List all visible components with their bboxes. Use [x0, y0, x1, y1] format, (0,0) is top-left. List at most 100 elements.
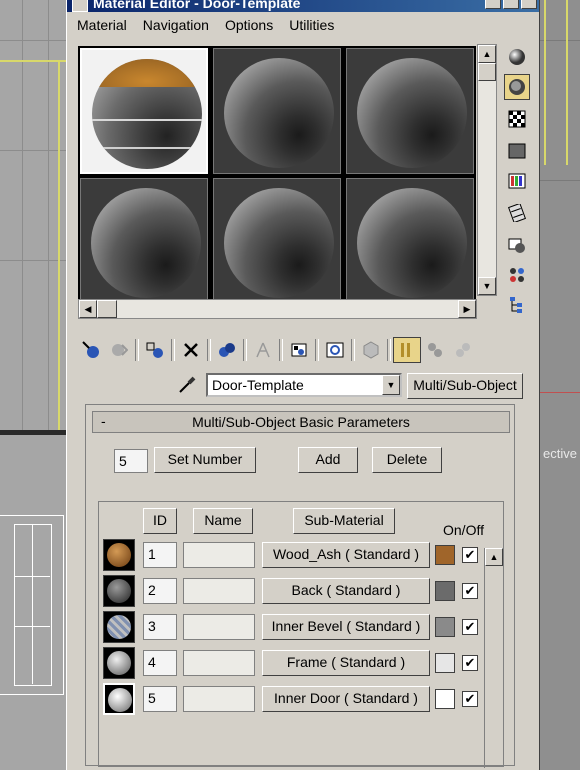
sub-material-id[interactable]: 1 — [143, 542, 177, 568]
menu-navigation[interactable]: Navigation — [143, 14, 209, 38]
scroll-left-button[interactable]: ◀ — [79, 300, 97, 318]
delete-button[interactable]: Delete — [372, 447, 442, 473]
background-icon[interactable] — [504, 106, 530, 132]
material-name-combo[interactable]: Door-Template ▼ — [206, 373, 402, 397]
sub-material-preview — [103, 611, 135, 643]
viewport-right-strip — [540, 0, 580, 770]
sub-material-id[interactable]: 4 — [143, 650, 177, 676]
sub-material-count-field[interactable]: 5 — [114, 449, 148, 473]
scroll-thumb[interactable] — [97, 300, 117, 318]
sample-type-icon[interactable] — [504, 44, 530, 70]
sample-slot-6[interactable] — [346, 178, 474, 304]
sub-material-id[interactable]: 5 — [143, 686, 177, 712]
sub-material-button[interactable]: Frame ( Standard ) — [262, 650, 430, 676]
sub-material-column-header[interactable]: Sub-Material — [293, 508, 395, 534]
menu-material[interactable]: Material — [77, 14, 127, 38]
set-number-button[interactable]: Set Number — [154, 447, 256, 473]
assign-to-selection-icon[interactable] — [141, 337, 169, 363]
name-column-header[interactable]: Name — [193, 508, 253, 534]
scroll-up-button[interactable]: ▲ — [478, 45, 496, 63]
material-toolbar — [77, 335, 477, 365]
backlight-icon[interactable] — [504, 74, 530, 100]
material-editor-window: Material Editor - Door-Template Material… — [66, 0, 540, 770]
make-unique-icon[interactable] — [249, 337, 277, 363]
scroll-up-button[interactable]: ▲ — [485, 548, 503, 566]
show-map-in-viewport-icon[interactable] — [357, 337, 385, 363]
get-material-icon[interactable] — [77, 337, 105, 363]
viewport-label: ective — [543, 446, 577, 461]
sample-slot-2[interactable] — [213, 48, 341, 174]
sub-material-on-checkbox[interactable]: ✔ — [462, 655, 478, 671]
rollout-header[interactable]: - Multi/Sub-Object Basic Parameters — [92, 411, 510, 433]
sub-material-name-field[interactable] — [183, 686, 255, 712]
sample-slot-4[interactable] — [80, 178, 208, 304]
reset-map-icon[interactable] — [177, 337, 205, 363]
add-button[interactable]: Add — [298, 447, 358, 473]
options-icon[interactable] — [504, 232, 530, 258]
material-effects-channel-icon[interactable] — [321, 337, 349, 363]
multi-sub-object-rollout: - Multi/Sub-Object Basic Parameters 5 Se… — [85, 404, 515, 768]
sub-material-id[interactable]: 3 — [143, 614, 177, 640]
sample-slot-5[interactable] — [213, 178, 341, 304]
title-bar[interactable]: Material Editor - Door-Template — [67, 0, 539, 12]
sample-slots — [78, 46, 476, 306]
sub-material-button[interactable]: Back ( Standard ) — [262, 578, 430, 604]
sample-sphere — [224, 58, 334, 168]
menu-options[interactable]: Options — [225, 14, 273, 38]
sub-material-button[interactable]: Wood_Ash ( Standard ) — [262, 542, 430, 568]
sub-material-color-swatch[interactable] — [435, 617, 455, 637]
sub-material-id[interactable]: 2 — [143, 578, 177, 604]
chevron-down-icon[interactable]: ▼ — [382, 375, 400, 395]
sub-material-preview — [103, 539, 135, 571]
rollout-title: Multi/Sub-Object Basic Parameters — [192, 414, 410, 430]
menu-utilities[interactable]: Utilities — [289, 14, 334, 38]
scroll-right-button[interactable]: ▶ — [458, 300, 476, 318]
maximize-button[interactable] — [503, 0, 519, 9]
sub-material-name-field[interactable] — [183, 650, 255, 676]
go-to-parent-icon[interactable] — [421, 337, 449, 363]
sub-material-name-field[interactable] — [183, 542, 255, 568]
close-button[interactable] — [521, 0, 537, 9]
sub-material-name-field[interactable] — [183, 578, 255, 604]
sub-material-color-swatch[interactable] — [435, 653, 455, 673]
put-to-scene-icon[interactable] — [105, 337, 133, 363]
sub-material-preview — [103, 575, 135, 607]
material-name-value: Door-Template — [212, 377, 304, 393]
slots-vertical-scrollbar[interactable]: ▲ ▼ — [477, 44, 497, 296]
slots-horizontal-scrollbar[interactable]: ◀ ▶ — [78, 299, 477, 319]
uv-tiling-icon[interactable] — [504, 138, 530, 164]
sample-slot-3[interactable] — [346, 48, 474, 174]
select-by-material-icon[interactable] — [504, 262, 530, 288]
window-title: Material Editor - Door-Template — [93, 0, 301, 11]
sub-material-preview — [103, 683, 135, 715]
sub-material-button[interactable]: Inner Door ( Standard ) — [262, 686, 430, 712]
sample-sphere — [357, 58, 467, 168]
pick-material-eyedropper-icon[interactable] — [177, 373, 201, 397]
sub-material-list: ID Name Sub-Material On/Off 1 Wood_Ash (… — [98, 501, 504, 768]
put-to-library-icon[interactable] — [285, 337, 313, 363]
sample-slot-1[interactable] — [80, 48, 208, 174]
sub-material-on-checkbox[interactable]: ✔ — [462, 547, 478, 563]
sub-material-color-swatch[interactable] — [435, 581, 455, 601]
make-preview-icon[interactable] — [504, 200, 530, 226]
sub-material-name-field[interactable] — [183, 614, 255, 640]
material-map-navigator-icon[interactable] — [504, 292, 530, 318]
material-type-button[interactable]: Multi/Sub-Object — [407, 373, 523, 399]
sub-material-on-checkbox[interactable]: ✔ — [462, 619, 478, 635]
sub-material-on-checkbox[interactable]: ✔ — [462, 691, 478, 707]
sample-sphere — [92, 59, 202, 169]
minimize-button[interactable] — [485, 0, 501, 9]
sub-material-color-swatch[interactable] — [435, 545, 455, 565]
scroll-down-button[interactable]: ▼ — [478, 277, 496, 295]
make-copy-icon[interactable] — [213, 337, 241, 363]
sub-material-on-checkbox[interactable]: ✔ — [462, 583, 478, 599]
sub-material-list-scrollbar[interactable]: ▲ — [484, 548, 504, 768]
show-end-result-icon[interactable] — [393, 337, 421, 363]
id-column-header[interactable]: ID — [143, 508, 177, 534]
app-icon — [72, 0, 88, 12]
go-forward-to-sibling-icon[interactable] — [449, 337, 477, 363]
video-color-check-icon[interactable] — [504, 168, 530, 194]
scroll-thumb[interactable] — [478, 63, 496, 81]
sub-material-button[interactable]: Inner Bevel ( Standard ) — [262, 614, 430, 640]
sub-material-color-swatch[interactable] — [435, 689, 455, 709]
